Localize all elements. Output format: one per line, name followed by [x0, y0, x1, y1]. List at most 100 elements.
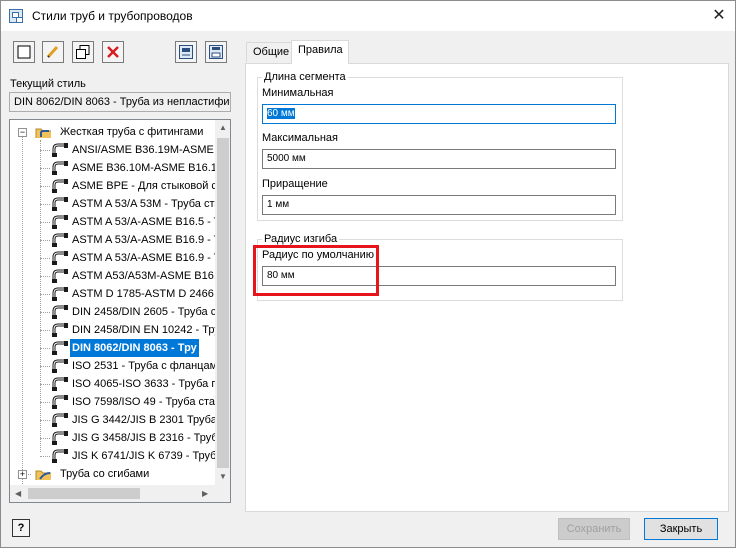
tree-item-pipe-style[interactable]: JIS G 3458/JIS B 2316 - Труб: [40, 429, 215, 447]
window-title: Стили труб и трубопроводов: [32, 9, 193, 23]
tree-item-label: ASTM A 53/A-ASME B16.5 - T: [72, 216, 215, 228]
highlight-box: [253, 245, 379, 296]
tree-item-label: ISO 7598/ISO 49 - Труба ста: [72, 396, 215, 408]
tree-item-pipe-style[interactable]: JIS G 3442/JIS B 2301 Труба: [40, 411, 215, 429]
pipe-style-icon: [52, 287, 68, 301]
copy-style-button[interactable]: [72, 41, 94, 63]
pipe-style-icon: [52, 395, 68, 409]
tree-item-pipe-style[interactable]: JIS K 6741/JIS K 6739 - Труб: [40, 447, 215, 465]
scroll-corner: [215, 485, 230, 502]
new-style-icon: [17, 45, 31, 59]
tree-item-label: JIS K 6741/JIS K 6739 - Труб: [72, 450, 215, 462]
scroll-left-arrow[interactable]: ◀: [15, 489, 21, 498]
tree-node-rigid-pipe[interactable]: − Жесткая труба с фитингами: [18, 123, 215, 141]
pipe-folder-icon: [35, 128, 51, 138]
group-title: Радиус изгиба: [262, 233, 340, 245]
pipe-style-icon: [52, 305, 68, 319]
collapse-toggle[interactable]: −: [18, 128, 27, 137]
tree-node-bent-pipe[interactable]: + Труба со сгибами: [18, 465, 215, 483]
pipe-style-icon: [52, 161, 68, 175]
tree-item-label: ISO 4065-ISO 3633 - Труба п: [72, 378, 215, 390]
pipe-style-icon: [52, 143, 68, 157]
tree-item-pipe-style[interactable]: DIN 2458/DIN EN 10242 - Тру: [40, 321, 215, 339]
pipe-style-icon: [52, 341, 68, 355]
import-icon: [179, 45, 193, 59]
tree-item-pipe-style[interactable]: ASTM A 53/A-ASME B16.9 - T: [40, 249, 215, 267]
tree-node-label: Труба со сгибами: [60, 468, 150, 480]
increment-label: Приращение: [262, 178, 328, 190]
min-length-value: 60 мм: [267, 108, 295, 119]
pipe-style-icon: [52, 377, 68, 391]
tree-item-pipe-style[interactable]: ASTM A 53/A 53M - Труба ста: [40, 195, 215, 213]
app-icon: [9, 9, 23, 23]
tree-content: − Жесткая труба с фитингами ANSI/ASME B3…: [10, 120, 215, 485]
style-tree[interactable]: − Жесткая труба с фитингами ANSI/ASME B3…: [9, 119, 231, 503]
group-title: Длина сегмента: [262, 71, 348, 83]
scroll-down-arrow[interactable]: ▼: [219, 472, 227, 481]
pipe-style-icon: [52, 197, 68, 211]
tree-item-label: JIS G 3442/JIS B 2301 Труба: [72, 414, 215, 426]
increment-input[interactable]: 1 мм: [262, 195, 616, 215]
tree-item-pipe-style[interactable]: DIN 8062/DIN 8063 - Тру: [40, 339, 215, 357]
tree-item-pipe-style[interactable]: DIN 2458/DIN 2605 - Труба с: [40, 303, 215, 321]
scroll-thumb[interactable]: [217, 138, 229, 468]
current-style-label: Текущий стиль: [10, 78, 86, 90]
tab-rules[interactable]: Правила: [291, 40, 349, 64]
export-icon: [209, 45, 223, 59]
title-bar: Стили труб и трубопроводов ✕: [1, 1, 735, 31]
min-length-label: Минимальная: [262, 87, 334, 99]
new-style-button[interactable]: [13, 41, 35, 63]
tree-item-label: ANSI/ASME B36.19M-ASME B: [72, 144, 215, 156]
pipe-folder-icon: [35, 470, 51, 480]
copy-style-icon: [76, 45, 90, 59]
pipe-style-icon: [52, 449, 68, 463]
delete-style-button[interactable]: [102, 41, 124, 63]
tree-item-label: ASME BPE - Для стыковой св: [72, 180, 215, 192]
tree-item-label: ISO 2531 - Труба с фланцам: [72, 360, 215, 372]
tree-item-label: ASTM D 1785-ASTM D 2466 -: [72, 288, 215, 300]
tree-root-line: [22, 128, 23, 484]
pipe-style-icon: [52, 269, 68, 283]
tree-item-pipe-style[interactable]: ANSI/ASME B36.19M-ASME B: [40, 141, 215, 159]
max-length-label: Максимальная: [262, 132, 338, 144]
tree-item-pipe-style[interactable]: ASTM D 1785-ASTM D 2466 -: [40, 285, 215, 303]
tree-item-label: ASTM A53/A53M-ASME B16.1: [72, 270, 215, 282]
tree-item-pipe-style[interactable]: ISO 7598/ISO 49 - Труба ста: [40, 393, 215, 411]
pipe-style-icon: [52, 431, 68, 445]
pipe-styles-dialog: Стили труб и трубопроводов ✕ Текущий сти…: [0, 0, 736, 548]
tree-horizontal-scrollbar[interactable]: ◀ ▶: [10, 485, 215, 502]
scroll-up-arrow[interactable]: ▲: [219, 123, 227, 132]
tree-item-label: ASME B36.10M-ASME B16.11: [72, 162, 215, 174]
tree-item-pipe-style[interactable]: ISO 4065-ISO 3633 - Труба п: [40, 375, 215, 393]
scroll-right-arrow[interactable]: ▶: [202, 489, 208, 498]
close-button[interactable]: Закрыть: [644, 518, 718, 540]
help-button[interactable]: ?: [12, 519, 30, 537]
tree-item-label: DIN 8062/DIN 8063 - Тру: [70, 339, 199, 357]
tree-item-label: JIS G 3458/JIS B 2316 - Труб: [72, 432, 215, 444]
pipe-style-icon: [52, 323, 68, 337]
import-button[interactable]: [175, 41, 197, 63]
export-button[interactable]: [205, 41, 227, 63]
save-button[interactable]: Сохранить: [558, 518, 630, 540]
tree-vertical-scrollbar[interactable]: ▲ ▼: [215, 120, 230, 485]
tree-item-pipe-style[interactable]: ASME B36.10M-ASME B16.11: [40, 159, 215, 177]
tree-item-label: ASTM A 53/A-ASME B16.9 - T: [72, 252, 215, 264]
tree-item-pipe-style[interactable]: ISO 2531 - Труба с фланцам: [40, 357, 215, 375]
max-length-input[interactable]: 5000 мм: [262, 149, 616, 169]
tree-item-pipe-style[interactable]: ASME BPE - Для стыковой св: [40, 177, 215, 195]
tree-item-label: DIN 2458/DIN 2605 - Труба с: [72, 306, 215, 318]
tab-general[interactable]: Общие: [246, 42, 292, 62]
min-length-input[interactable]: 60 мм: [262, 104, 616, 124]
close-window-button[interactable]: ✕: [703, 1, 735, 31]
tree-item-pipe-style[interactable]: ASTM A 53/A-ASME B16.9 - T: [40, 231, 215, 249]
tree-item-label: ASTM A 53/A-ASME B16.9 - T: [72, 234, 215, 246]
tree-item-pipe-style[interactable]: ASTM A 53/A-ASME B16.5 - T: [40, 213, 215, 231]
tree-item-label: ASTM A 53/A 53M - Труба ста: [72, 198, 215, 210]
tree-item-pipe-style[interactable]: ASTM A53/A53M-ASME B16.1: [40, 267, 215, 285]
edit-style-button[interactable]: [42, 41, 64, 63]
expand-toggle[interactable]: +: [18, 470, 27, 479]
scroll-thumb[interactable]: [28, 488, 140, 499]
edit-pencil-icon: [46, 45, 59, 59]
current-style-field: DIN 8062/DIN 8063 - Труба из непластифи: [9, 92, 231, 112]
pipe-style-icon: [52, 413, 68, 427]
